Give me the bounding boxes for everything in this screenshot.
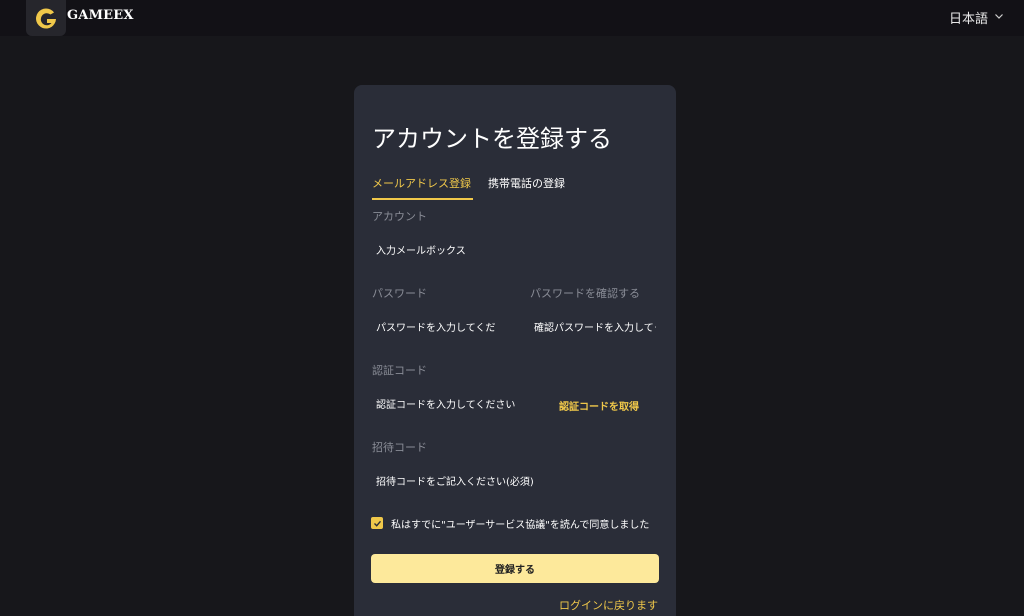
verify-code-label: 認証コード — [372, 364, 427, 377]
tab-phone-register[interactable]: 携帯電話の登録 — [488, 175, 565, 191]
logo-icon[interactable] — [26, 0, 66, 36]
top-bar: GAMEEX 日本語 — [0, 0, 1024, 36]
tab-email-register[interactable]: メールアドレス登録 — [372, 175, 471, 191]
brand-name: GAMEEX — [67, 8, 134, 23]
get-code-button[interactable]: 認証コードを取得 — [559, 398, 639, 413]
back-to-login-link[interactable]: ログインに戻ります — [559, 597, 658, 613]
register-button[interactable]: 登録する — [371, 554, 659, 583]
invite-code-label: 招待コード — [372, 441, 427, 454]
password-label: パスワード — [372, 287, 427, 300]
active-tab-indicator — [372, 198, 473, 200]
language-label: 日本語 — [948, 12, 988, 27]
agreement-checkbox[interactable] — [371, 517, 383, 529]
invite-code-input[interactable] — [376, 472, 656, 492]
password-input[interactable] — [376, 318, 496, 338]
account-input[interactable] — [376, 241, 656, 261]
register-card: アカウントを登録する メールアドレス登録 携帯電話の登録 アカウント パスワード… — [354, 85, 676, 616]
confirm-password-input[interactable] — [534, 318, 656, 338]
confirm-password-label: パスワードを確認する — [530, 287, 640, 300]
account-label: アカウント — [372, 210, 427, 223]
agreement-text: 私はすでに"ユーザーサービス協議"を読んで同意しました — [391, 520, 650, 531]
chevron-down-icon — [994, 10, 1004, 25]
verify-code-input[interactable] — [376, 395, 546, 415]
page-title: アカウントを登録する — [372, 125, 612, 153]
language-selector[interactable]: 日本語 — [949, 8, 1004, 27]
